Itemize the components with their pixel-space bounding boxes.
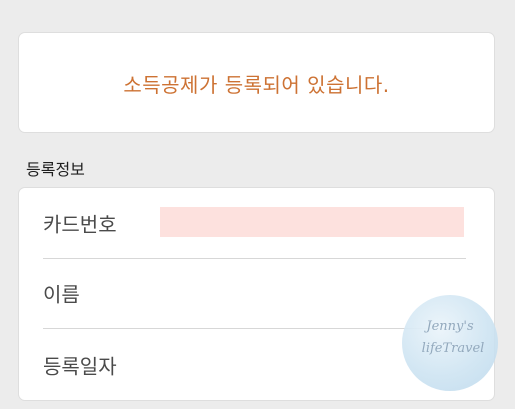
registration-notice-message: 소득공제가 등록되어 있습니다. bbox=[123, 73, 390, 97]
card-number-value-redacted bbox=[160, 207, 464, 237]
card-number-label: 카드번호 bbox=[43, 212, 117, 237]
card-number-row: 카드번호 bbox=[19, 188, 494, 258]
name-label: 이름 bbox=[43, 282, 80, 307]
section-title: 등록정보 bbox=[26, 160, 85, 179]
registration-notice-card: 소득공제가 등록되어 있습니다. bbox=[18, 32, 495, 133]
watermark-badge: Jenny's lifeTravel bbox=[402, 295, 498, 391]
registration-date-label: 등록일자 bbox=[43, 354, 117, 379]
watermark-line2: lifeTravel bbox=[421, 341, 485, 356]
watermark-line1: Jenny's bbox=[426, 319, 474, 334]
